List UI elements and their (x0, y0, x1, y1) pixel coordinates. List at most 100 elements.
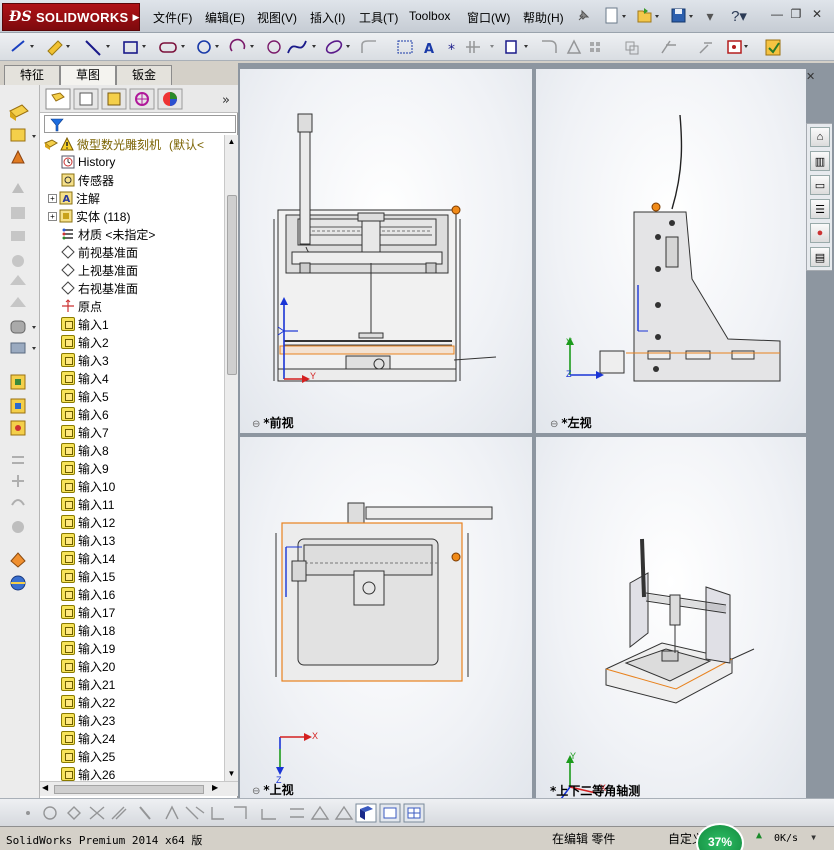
view-palette-icon[interactable]: ☰ (810, 199, 830, 219)
menu-help[interactable]: 帮助(H) (523, 9, 564, 26)
tree-node-3[interactable]: + A 注解 (48, 189, 100, 207)
tree-node-input[interactable]: 输入5 (61, 387, 109, 405)
feature-tree-tab-icon[interactable] (45, 88, 71, 110)
viewport-isometric[interactable]: Y X *上下二等角轴测 (536, 437, 806, 798)
tree-node-2[interactable]: 传感器 (61, 171, 114, 189)
tree-node-input[interactable]: 输入2 (61, 333, 109, 351)
repair-sketch-icon[interactable] (699, 42, 712, 54)
tree-node-input[interactable]: 输入8 (61, 441, 109, 459)
minimize-icon[interactable]: — (768, 6, 786, 22)
tree-node-input[interactable]: 输入3 (61, 351, 109, 369)
link-views-icon-3[interactable]: ⊖ (252, 786, 260, 797)
expand-toggle-icon[interactable]: + (48, 193, 57, 203)
menu-file[interactable]: 文件(F) (153, 9, 192, 26)
equal-icon[interactable] (290, 808, 304, 818)
center-circle-icon[interactable] (43, 806, 57, 820)
options-icon[interactable]: ▾ (702, 6, 718, 26)
convert-entities-icon[interactable] (505, 40, 528, 54)
swept-cut-icon[interactable] (10, 275, 26, 285)
lofted-boss-icon[interactable] (12, 183, 24, 193)
line-icon[interactable] (85, 40, 110, 56)
link-views-icon-2[interactable]: ⊖ (550, 419, 558, 430)
intersection-icon[interactable] (89, 806, 105, 820)
new-document-icon[interactable] (601, 6, 631, 26)
offset-icon[interactable] (542, 40, 557, 53)
linear-pattern-icon[interactable] (590, 42, 600, 52)
trim-icon[interactable] (466, 41, 494, 53)
shell-icon[interactable] (10, 398, 26, 414)
smart-dimension-icon[interactable] (11, 40, 34, 52)
lofted-cut-icon[interactable] (10, 297, 26, 307)
file-explorer-icon[interactable]: ▭ (810, 175, 830, 195)
tree-node-input[interactable]: 输入25 (61, 747, 115, 765)
rectangle-icon[interactable] (123, 41, 146, 54)
fillet-feature-icon[interactable] (10, 320, 36, 334)
scroll-right-icon[interactable]: ▶ (212, 783, 218, 792)
scroll-down-icon[interactable]: ▼ (225, 767, 238, 781)
tree-node-input[interactable]: 输入10 (61, 477, 115, 495)
tree-node-input[interactable]: 输入15 (61, 567, 115, 585)
property-manager-tab-icon[interactable] (73, 88, 99, 110)
point-icon[interactable] (26, 811, 30, 815)
appearances-icon[interactable]: ● (810, 223, 830, 243)
menu-window[interactable]: 窗口(W) (467, 9, 510, 26)
tree-node-input[interactable]: 输入20 (61, 657, 115, 675)
dimxpert-tab-icon[interactable] (129, 88, 155, 110)
tree-node-8[interactable]: 右视基准面 (61, 279, 138, 297)
close-icon[interactable]: ✕ (808, 6, 826, 22)
tree-node-input[interactable]: 输入1 (61, 315, 109, 333)
viewport-left[interactable]: Y Z ⊖ *左视 (536, 69, 806, 433)
tree-node-input[interactable]: 输入7 (61, 423, 109, 441)
tree-node-input[interactable]: 输入19 (61, 639, 115, 657)
slot-icon[interactable] (159, 42, 185, 53)
tree-node-input[interactable]: 输入13 (61, 531, 115, 549)
solidworks-logo[interactable]: ƉS SOLIDWORKS ▶ (2, 3, 140, 31)
configuration-manager-tab-icon[interactable] (101, 88, 127, 110)
tree-node-input[interactable]: 输入4 (61, 369, 109, 387)
tree-node-7[interactable]: 上视基准面 (61, 261, 138, 279)
tree-vertical-scrollbar[interactable]: ▲ ▼ (224, 135, 238, 781)
menu-insert[interactable]: 插入(I) (310, 9, 345, 26)
tree-node-input[interactable]: 输入17 (61, 603, 115, 621)
hscroll-thumb[interactable] (54, 785, 204, 794)
tree-node-6[interactable]: 前视基准面 (61, 243, 138, 261)
tree-root[interactable]: 微型数光雕刻机 (默认< (44, 135, 204, 153)
tree-node-5[interactable]: 材质 <未指定> (61, 225, 155, 243)
spline-icon[interactable] (287, 40, 316, 54)
circle-icon[interactable] (197, 40, 219, 54)
fillet-icon[interactable] (361, 40, 376, 53)
move-entities-icon[interactable] (625, 41, 639, 55)
instant3d-icon[interactable] (12, 521, 24, 533)
angle-icon[interactable] (165, 805, 179, 820)
polygon-icon[interactable] (267, 40, 281, 54)
tab-sketch[interactable]: 草图 (60, 65, 116, 85)
ellipse-icon[interactable] (325, 39, 350, 56)
expand-status-icon[interactable]: ▾ (810, 830, 817, 844)
tree-node-input[interactable]: 输入23 (61, 711, 115, 729)
save-icon[interactable] (668, 6, 698, 26)
expand-panel-icon[interactable]: » (222, 93, 230, 108)
sketch-text-icon[interactable]: A * (397, 40, 455, 58)
triangle-icon[interactable] (310, 805, 330, 820)
expand-toggle-icon[interactable]: + (48, 211, 57, 221)
tree-node-input[interactable]: 输入18 (61, 621, 115, 639)
tab-features[interactable]: 特征 (4, 65, 60, 85)
display-manager-tab-icon[interactable] (157, 88, 183, 110)
diamond-icon[interactable] (67, 806, 81, 820)
menu-view[interactable]: 视图(V) (257, 9, 297, 26)
horizontal-icon[interactable] (261, 809, 276, 820)
tree-node-input[interactable]: 输入11 (61, 495, 114, 513)
tree-node-input[interactable]: 输入6 (61, 405, 109, 423)
viewport-top[interactable]: X Z ⊖ *上视 (240, 437, 532, 798)
feature-filter-input[interactable] (44, 115, 236, 133)
tree-node-input[interactable]: 输入12 (61, 513, 115, 531)
rib-icon[interactable] (10, 374, 26, 390)
viewport-close-icon[interactable]: ✕ (806, 70, 815, 83)
open-folder-icon[interactable] (634, 6, 664, 26)
display-relations-icon[interactable] (661, 40, 676, 54)
extruded-boss-icon[interactable] (9, 104, 29, 121)
link-views-icon[interactable]: ⊖ (252, 419, 260, 430)
extruded-cut-icon[interactable] (11, 231, 25, 241)
tree-horizontal-scrollbar[interactable]: ◀ ▶ (40, 781, 238, 796)
menu-toolbox[interactable]: Toolbox (409, 9, 450, 23)
